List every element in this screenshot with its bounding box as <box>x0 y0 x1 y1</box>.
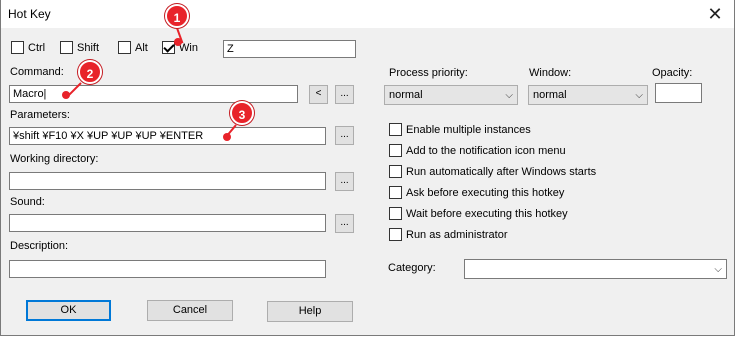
option-label: Wait before executing this hotkey <box>406 207 568 220</box>
hotkey-dialog: Hot Key ✕ Ctrl Shift Alt Win Z Command: … <box>0 0 735 336</box>
cancel-button[interactable]: Cancel <box>147 300 233 321</box>
annotation-marker-3: 3 <box>230 101 254 125</box>
close-icon[interactable]: ✕ <box>704 3 726 25</box>
modifier-label: Ctrl <box>28 41 46 54</box>
working-directory-field[interactable] <box>9 172 326 190</box>
command-browse-button[interactable]: ... <box>335 85 354 104</box>
checkbox-box[interactable] <box>389 207 402 220</box>
modifier-label: Win <box>179 41 198 54</box>
ok-button[interactable]: OK <box>26 300 111 321</box>
window-label: Window: <box>529 67 572 79</box>
parameters-field[interactable]: ¥shift ¥F10 ¥X ¥UP ¥UP ¥UP ¥ENTER <box>9 127 326 145</box>
modifier-label: Shift <box>77 41 100 54</box>
sound-label: Sound: <box>10 196 45 208</box>
option-wait-before[interactable]: Wait before executing this hotkey <box>389 207 568 220</box>
help-button[interactable]: Help <box>267 301 353 322</box>
checkbox-box[interactable] <box>389 123 402 136</box>
option-notification-menu[interactable]: Add to the notification icon menu <box>389 144 566 157</box>
process-priority-value: normal <box>389 89 423 101</box>
process-priority-label: Process priority: <box>389 67 468 79</box>
command-field[interactable]: Macro| <box>9 85 298 103</box>
description-field[interactable] <box>9 260 326 278</box>
option-label: Enable multiple instances <box>406 123 531 136</box>
opacity-label: Opacity: <box>652 67 693 79</box>
description-label: Description: <box>10 240 69 252</box>
modifier-ctrl[interactable]: Ctrl <box>11 41 45 54</box>
option-label: Run automatically after Windows starts <box>406 165 597 178</box>
modifier-shift[interactable]: Shift <box>60 41 99 54</box>
opacity-field[interactable] <box>655 83 702 103</box>
option-run-at-startup[interactable]: Run automatically after Windows starts <box>389 165 596 178</box>
annotation-marker-2: 2 <box>78 60 102 84</box>
checkbox-box[interactable] <box>389 144 402 157</box>
command-label: Command: <box>10 66 64 78</box>
sound-browse-button[interactable]: ... <box>335 214 354 233</box>
title-bar: Hot Key ✕ <box>1 0 734 28</box>
option-label: Ask before executing this hotkey <box>406 186 565 199</box>
parameters-label: Parameters: <box>10 109 70 121</box>
chevron-down-icon: ⌵ <box>505 90 513 101</box>
option-run-as-admin[interactable]: Run as administrator <box>389 228 508 241</box>
back-button[interactable]: < <box>309 85 328 104</box>
checkbox-box[interactable] <box>389 228 402 241</box>
checkbox-box[interactable] <box>389 165 402 178</box>
chevron-down-icon: ⌵ <box>635 90 643 101</box>
checkbox-box[interactable] <box>118 41 131 54</box>
category-label: Category: <box>388 262 436 274</box>
modifier-label: Alt <box>135 41 148 54</box>
annotation-marker-1: 1 <box>165 4 189 28</box>
annotation-dot <box>62 91 70 99</box>
checkbox-box[interactable] <box>60 41 73 54</box>
option-label: Add to the notification icon menu <box>406 144 566 157</box>
sound-field[interactable] <box>9 214 326 232</box>
key-field[interactable]: Z <box>223 40 356 58</box>
option-multiple-instances[interactable]: Enable multiple instances <box>389 123 531 136</box>
category-select[interactable]: ⌵ <box>464 259 727 279</box>
annotation-dot <box>223 133 231 141</box>
modifier-alt[interactable]: Alt <box>118 41 148 54</box>
process-priority-select[interactable]: normal ⌵ <box>384 85 518 105</box>
checkbox-box[interactable] <box>11 41 24 54</box>
window-title: Hot Key <box>8 7 51 21</box>
annotation-dot <box>174 38 182 46</box>
window-select[interactable]: normal ⌵ <box>528 85 648 105</box>
parameters-browse-button[interactable]: ... <box>335 126 354 145</box>
checkbox-box[interactable] <box>389 186 402 199</box>
working-directory-label: Working directory: <box>10 153 99 165</box>
option-ask-before[interactable]: Ask before executing this hotkey <box>389 186 564 199</box>
working-directory-browse-button[interactable]: ... <box>335 172 354 191</box>
checkbox-checked[interactable] <box>162 41 175 54</box>
chevron-down-icon: ⌵ <box>714 264 722 275</box>
window-value: normal <box>533 89 567 101</box>
option-label: Run as administrator <box>406 228 508 241</box>
